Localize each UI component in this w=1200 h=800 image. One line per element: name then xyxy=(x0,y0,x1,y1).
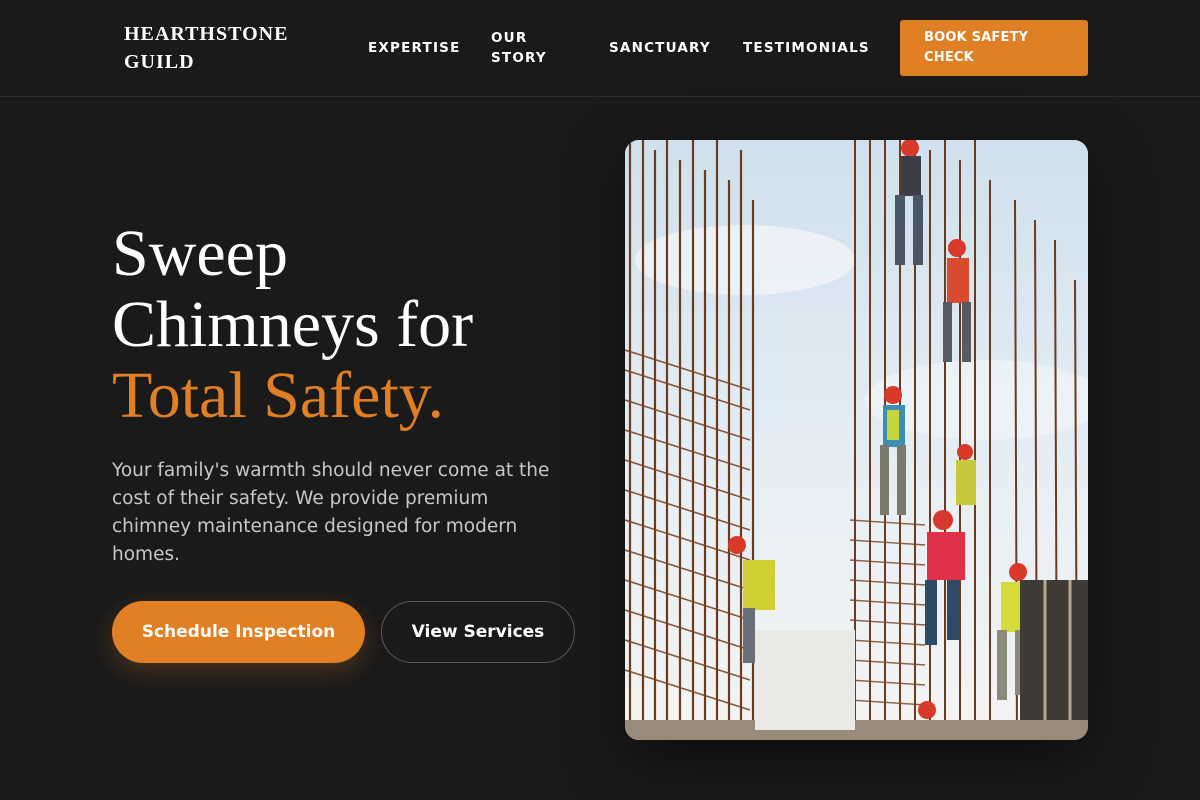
nav-link-sanctuary[interactable]: SANCTUARY xyxy=(609,38,711,58)
logo-line2: GUILD xyxy=(124,51,195,73)
hero-description: Your family's warmth should never come a… xyxy=(112,460,550,565)
hero-image xyxy=(625,140,1088,740)
nav-link-expertise[interactable]: EXPERTISE xyxy=(368,38,461,58)
site-header: HEARTHSTONE GUILD EXPERTISE OUR STORY SA… xyxy=(0,0,1200,97)
schedule-inspection-button[interactable]: Schedule Inspection xyxy=(112,601,365,663)
headline-line1: Sweep xyxy=(112,217,288,290)
hero-headline: Sweep Chimneys for Total Safety. xyxy=(112,218,572,431)
nav-link-our-story[interactable]: OUR STORY xyxy=(491,28,571,68)
headline-accent: Total Safety. xyxy=(112,359,444,432)
headline-line2: Chimneys for xyxy=(112,288,474,361)
nav-link-testimonials[interactable]: TESTIMONIALS xyxy=(743,38,870,58)
construction-workers-photo xyxy=(625,140,1088,740)
view-services-button[interactable]: View Services xyxy=(381,601,575,663)
logo[interactable]: HEARTHSTONE GUILD xyxy=(124,20,314,76)
logo-line1: HEARTHSTONE xyxy=(124,23,289,45)
book-safety-check-button[interactable]: BOOK SAFETY CHECK xyxy=(900,20,1088,76)
